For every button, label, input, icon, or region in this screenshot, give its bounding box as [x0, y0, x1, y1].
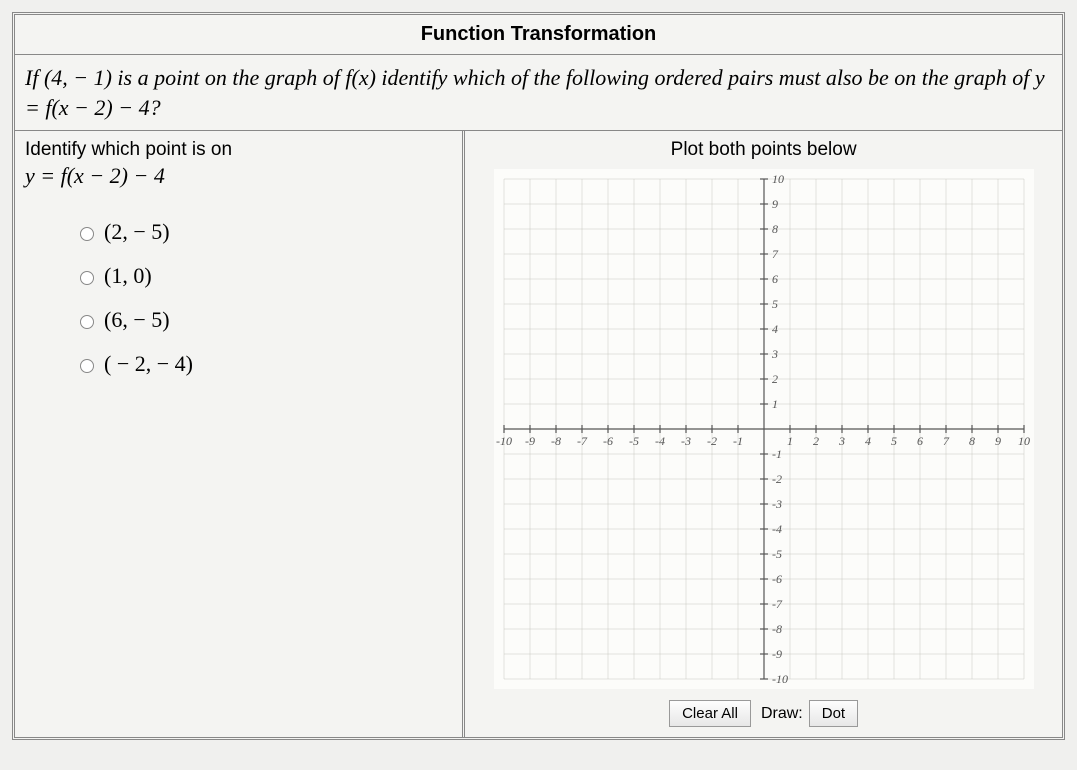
option-row[interactable]: (6, − 5)	[75, 307, 452, 333]
option-row[interactable]: (1, 0)	[75, 263, 452, 289]
svg-text:9: 9	[995, 434, 1001, 448]
svg-text:4: 4	[865, 434, 871, 448]
coordinate-grid[interactable]: -10 -9 -8 -7 -6 -5 -4 -3 -2 -1 1 2 3 4 5 6 7 8 9 10 -10 -9 -8 -…	[494, 169, 1034, 689]
svg-text:3: 3	[771, 347, 778, 361]
svg-text:1: 1	[772, 397, 778, 411]
svg-text:6: 6	[772, 272, 778, 286]
svg-text:5: 5	[891, 434, 897, 448]
svg-text:-5: -5	[772, 547, 782, 561]
plot-heading: Plot both points below	[671, 139, 857, 161]
svg-text:-2: -2	[707, 434, 717, 448]
graph-area[interactable]: -10 -9 -8 -7 -6 -5 -4 -3 -2 -1 1 2 3 4 5 6 7 8 9 10 -10 -9 -8 -…	[494, 169, 1034, 694]
option-label: ( − 2, − 4)	[104, 351, 193, 377]
option-radio[interactable]	[80, 227, 94, 241]
question-body: If (4, − 1) is a point on the graph of f…	[25, 65, 1045, 120]
option-label: (6, − 5)	[104, 307, 170, 333]
option-label: (1, 0)	[104, 263, 152, 289]
graph-toolbar: Clear All Draw: Dot	[669, 700, 858, 727]
option-radio[interactable]	[80, 359, 94, 373]
svg-text:8: 8	[772, 222, 778, 236]
option-radio[interactable]	[80, 315, 94, 329]
svg-text:-6: -6	[772, 572, 782, 586]
svg-text:-7: -7	[772, 597, 783, 611]
draw-label: Draw:	[761, 705, 803, 723]
option-row[interactable]: (2, − 5)	[75, 219, 452, 245]
svg-text:-4: -4	[655, 434, 665, 448]
svg-text:-1: -1	[733, 434, 743, 448]
svg-text:-10: -10	[772, 672, 788, 686]
identify-heading: Identify which point is on	[25, 139, 452, 161]
svg-text:-4: -4	[772, 522, 782, 536]
dot-tool-button[interactable]: Dot	[809, 700, 858, 727]
svg-text:-6: -6	[603, 434, 613, 448]
svg-text:1: 1	[787, 434, 793, 448]
svg-text:2: 2	[772, 372, 778, 386]
svg-text:-9: -9	[772, 647, 782, 661]
svg-text:7: 7	[772, 247, 779, 261]
identify-column: Identify which point is on y = f(x − 2) …	[15, 131, 465, 737]
svg-text:3: 3	[838, 434, 845, 448]
svg-text:4: 4	[772, 322, 778, 336]
option-row[interactable]: ( − 2, − 4)	[75, 351, 452, 377]
question-frame: Function Transformation If (4, − 1) is a…	[12, 12, 1065, 740]
content-row: Identify which point is on y = f(x − 2) …	[15, 131, 1062, 737]
title: Function Transformation	[15, 15, 1062, 55]
question-text: If (4, − 1) is a point on the graph of f…	[15, 55, 1062, 131]
plot-column: Plot both points below -10 -9 -8 -7 -6 -5 -4 -3…	[465, 131, 1062, 737]
svg-text:-3: -3	[772, 497, 782, 511]
svg-text:2: 2	[813, 434, 819, 448]
options-list: (2, − 5) (1, 0) (6, − 5) ( − 2, − 4)	[75, 219, 452, 395]
svg-text:6: 6	[917, 434, 923, 448]
svg-text:-2: -2	[772, 472, 782, 486]
svg-text:10: 10	[1018, 434, 1030, 448]
identify-equation: y = f(x − 2) − 4	[25, 163, 452, 189]
svg-text:-5: -5	[629, 434, 639, 448]
option-radio[interactable]	[80, 271, 94, 285]
svg-text:10: 10	[772, 172, 784, 186]
svg-text:5: 5	[772, 297, 778, 311]
svg-text:-9: -9	[525, 434, 535, 448]
svg-text:-8: -8	[772, 622, 782, 636]
clear-all-button[interactable]: Clear All	[669, 700, 751, 727]
svg-text:-3: -3	[681, 434, 691, 448]
option-label: (2, − 5)	[104, 219, 170, 245]
svg-text:7: 7	[943, 434, 950, 448]
svg-text:-1: -1	[772, 447, 782, 461]
svg-text:9: 9	[772, 197, 778, 211]
svg-text:8: 8	[969, 434, 975, 448]
svg-text:-8: -8	[551, 434, 561, 448]
svg-text:-7: -7	[577, 434, 588, 448]
svg-text:-10: -10	[496, 434, 512, 448]
